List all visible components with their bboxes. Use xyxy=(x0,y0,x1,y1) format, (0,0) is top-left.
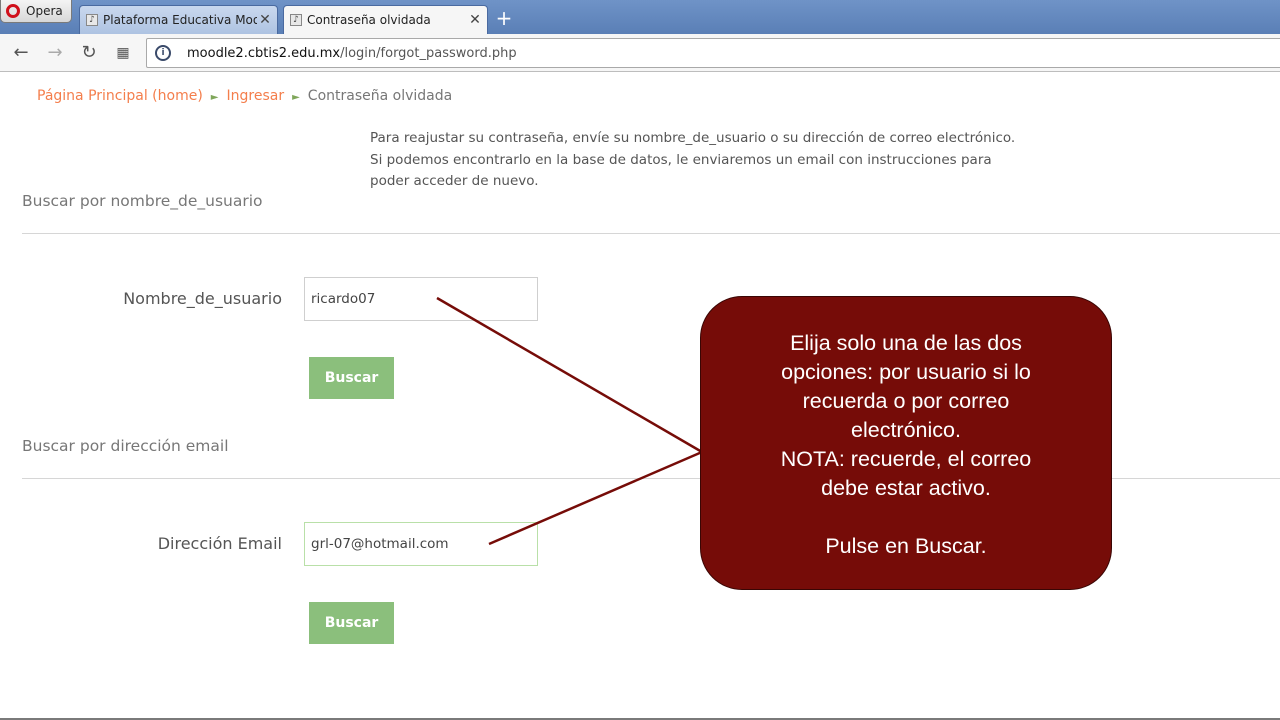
username-input[interactable] xyxy=(304,277,538,321)
browser-tab-bar: Opera ♪ Plataforma Educativa Moo ✕ ♪ Con… xyxy=(0,0,1280,34)
instructions-line: poder acceder de nuevo. xyxy=(370,173,539,189)
section-divider xyxy=(22,233,1280,234)
speed-dial-grid-icon[interactable]: ▦ xyxy=(112,42,134,64)
breadcrumb-separator-icon: ► xyxy=(292,92,300,103)
breadcrumb-separator-icon: ► xyxy=(210,92,219,103)
back-arrow-icon[interactable]: ← xyxy=(10,42,32,64)
tab-plataforma-educativa[interactable]: ♪ Plataforma Educativa Moo ✕ xyxy=(79,5,278,34)
address-url: moodle2.cbtis2.edu.mx/login/forgot_passw… xyxy=(187,46,517,61)
reload-icon[interactable]: ↻ xyxy=(78,42,100,64)
username-section-legend: Buscar por nombre_de_usuario xyxy=(22,192,263,210)
search-username-button[interactable]: Buscar xyxy=(309,357,394,399)
site-info-icon[interactable]: i xyxy=(155,45,171,61)
page-favicon-icon: ♪ xyxy=(290,14,302,26)
browser-toolbar: ← → ↻ ▦ i moodle2.cbtis2.edu.mx/login/fo… xyxy=(0,34,1280,72)
tab-contrasena-olvidada[interactable]: ♪ Contraseña olvidada ✕ xyxy=(283,5,488,34)
callout-line-username xyxy=(436,296,703,454)
opera-logo-icon xyxy=(6,4,20,18)
instructions-line: Para reajustar su contraseña, envíe su n… xyxy=(370,130,1016,146)
instructions-text: Para reajustar su contraseña, envíe su n… xyxy=(370,128,1090,193)
breadcrumb-login-link[interactable]: Ingresar xyxy=(227,88,285,104)
forward-arrow-icon[interactable]: → xyxy=(44,42,66,64)
url-host: moodle2.cbtis2.edu.mx xyxy=(187,46,341,61)
instruction-callout: Elija solo una de las dos opciones: por … xyxy=(700,296,1112,590)
username-label: Nombre_de_usuario xyxy=(123,289,282,308)
new-tab-icon[interactable]: + xyxy=(494,8,514,28)
opera-menu-label: Opera xyxy=(26,4,63,18)
tab-title: Plataforma Educativa Moo xyxy=(103,13,257,27)
email-section-legend: Buscar por dirección email xyxy=(22,437,229,455)
close-tab-icon[interactable]: ✕ xyxy=(257,12,273,28)
tab-title: Contraseña olvidada xyxy=(307,13,431,27)
instructions-line: Si podemos encontrarlo en la base de dat… xyxy=(370,151,992,168)
email-input[interactable] xyxy=(304,522,538,566)
address-bar[interactable]: i moodle2.cbtis2.edu.mx/login/forgot_pas… xyxy=(146,38,1280,68)
url-path: /login/forgot_password.php xyxy=(340,46,517,61)
breadcrumb: Página Principal (home) ► Ingresar ► Contras… xyxy=(37,88,452,104)
search-email-button[interactable]: Buscar xyxy=(309,602,394,644)
email-label: Dirección Email xyxy=(157,534,282,553)
page-favicon-icon: ♪ xyxy=(86,14,98,26)
breadcrumb-current: Contraseña olvidada xyxy=(307,88,453,104)
close-tab-icon[interactable]: ✕ xyxy=(467,12,483,28)
breadcrumb-home-link[interactable]: Página Principal (home) xyxy=(37,88,203,104)
opera-menu-button[interactable]: Opera xyxy=(0,0,72,23)
